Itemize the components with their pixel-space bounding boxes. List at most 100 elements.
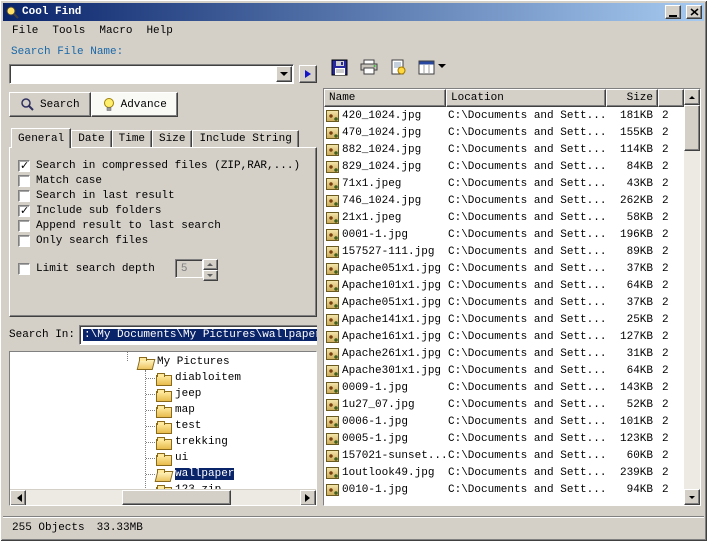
tab[interactable]: Time [112,130,152,147]
scroll-down-button[interactable] [684,489,700,505]
file-size: 31KB [606,348,658,360]
result-row[interactable]: 0005-1.jpg C:\Documents and Sett... 123K… [324,430,684,447]
tab[interactable]: Date [71,130,111,147]
scroll-left-button[interactable] [10,490,26,506]
tree-item[interactable]: My Pictures [10,354,316,370]
close-button[interactable] [686,5,702,19]
spin-down-button[interactable] [203,270,218,281]
depth-value[interactable]: 5 [175,259,203,278]
file-name: 1u27_07.jpg [342,399,415,411]
search-name-combo[interactable] [9,64,294,84]
result-row[interactable]: 420_1024.jpg C:\Documents and Sett... 18… [324,107,684,124]
result-row[interactable]: Apache051x1.jpg C:\Documents and Sett...… [324,260,684,277]
tab[interactable]: Size [152,130,192,147]
column-header-location[interactable]: Location [446,89,606,107]
checkbox[interactable] [18,235,30,247]
column-header-extra[interactable] [658,89,684,107]
tree-item[interactable]: wallpaper [10,466,316,482]
image-file-icon [326,365,339,377]
tree-item[interactable]: map [10,402,316,418]
result-row[interactable]: Apache051x1.jpg C:\Documents and Sett...… [324,294,684,311]
scrollbar-track[interactable] [684,105,700,489]
result-row[interactable]: 21x1.jpeg C:\Documents and Sett... 58KB … [324,209,684,226]
checkbox-option[interactable]: Include sub folders [18,203,308,218]
spin-up-button[interactable] [203,259,218,270]
print-button[interactable] [360,59,378,75]
menu-item[interactable]: Tools [45,23,92,39]
search-in-input[interactable]: :\My Documents\My Pictures\wallpaper [81,327,317,343]
checkbox[interactable] [18,220,30,232]
result-row[interactable]: 882_1024.jpg C:\Documents and Sett... 11… [324,141,684,158]
checkbox[interactable] [18,160,30,172]
scrollbar-thumb[interactable] [684,105,700,151]
result-row[interactable]: 746_1024.jpg C:\Documents and Sett... 26… [324,192,684,209]
menu-item[interactable]: File [5,23,45,39]
checkbox-option[interactable]: Match case [18,173,308,188]
scroll-up-button[interactable] [684,89,700,105]
file-name: 829_1024.jpg [342,161,421,173]
file-extra: 2 [658,416,684,428]
result-row[interactable]: 829_1024.jpg C:\Documents and Sett... 84… [324,158,684,175]
tree-horizontal-scrollbar[interactable] [10,489,316,505]
search-name-input[interactable] [11,66,276,82]
save-button[interactable] [331,59,348,76]
checkbox-option[interactable]: Only search files [18,233,308,248]
search-button[interactable]: Search [9,92,91,117]
result-row[interactable]: 0010-1.jpg C:\Documents and Sett... 94KB… [324,481,684,498]
tree-item-label: map [175,404,195,416]
image-file-icon [326,110,339,122]
limit-depth-label: Limit search depth [36,263,155,275]
checkbox[interactable] [18,205,30,217]
columns-button[interactable] [418,60,446,75]
menu-item[interactable]: Macro [92,23,139,39]
folder-icon [156,452,171,465]
menu-item[interactable]: Help [139,23,179,39]
limit-depth-checkbox[interactable] [18,263,30,275]
result-row[interactable]: Apache101x1.jpg C:\Documents and Sett...… [324,277,684,294]
checkbox[interactable] [18,175,30,187]
result-row[interactable]: 0001-1.jpg C:\Documents and Sett... 196K… [324,226,684,243]
tab[interactable]: General [11,128,71,148]
result-row[interactable]: 0009-1.jpg C:\Documents and Sett... 143K… [324,379,684,396]
tree-item[interactable]: diabloitem [10,370,316,386]
column-header-name[interactable]: Name [324,89,446,107]
checkbox[interactable] [18,190,30,202]
result-row[interactable]: Apache261x1.jpg C:\Documents and Sett...… [324,345,684,362]
file-location: C:\Documents and Sett... [446,365,606,377]
tree-item[interactable]: ui [10,450,316,466]
search-in-combo[interactable]: :\My Documents\My Pictures\wallpaper [79,325,317,345]
scrollbar-thumb[interactable] [122,490,232,505]
tree-item[interactable]: 123.zip [10,482,316,489]
checkbox-option[interactable]: Search in last result [18,188,308,203]
tree-item[interactable]: trekking [10,434,316,450]
result-row[interactable]: 1u27_07.jpg C:\Documents and Sett... 52K… [324,396,684,413]
chevron-down-icon [207,274,213,280]
result-row[interactable]: 157021-sunset... C:\Documents and Sett..… [324,447,684,464]
scroll-right-button[interactable] [300,490,316,506]
file-size: 25KB [606,314,658,326]
result-row[interactable]: 470_1024.jpg C:\Documents and Sett... 15… [324,124,684,141]
depth-spinner[interactable]: 5 [175,259,218,278]
result-row[interactable]: Apache161x1.jpg C:\Documents and Sett...… [324,328,684,345]
list-vertical-scrollbar[interactable] [684,89,700,505]
result-row[interactable]: 71x1.jpeg C:\Documents and Sett... 43KB … [324,175,684,192]
minimize-button[interactable] [665,5,681,19]
search-name-dropdown-button[interactable] [276,66,292,82]
limit-depth-option[interactable]: Limit search depth 5 [18,261,308,276]
advance-button[interactable]: Advance [91,92,178,117]
result-row[interactable]: 0006-1.jpg C:\Documents and Sett... 101K… [324,413,684,430]
result-row[interactable]: Apache141x1.jpg C:\Documents and Sett...… [324,311,684,328]
checkbox-option[interactable]: Search in compressed files (ZIP,RAR,...) [18,158,308,173]
result-row[interactable]: 1outlook49.jpg C:\Documents and Sett... … [324,464,684,481]
result-row[interactable]: 157527-111.jpg C:\Documents and Sett... … [324,243,684,260]
column-header-size[interactable]: Size [606,89,658,107]
combo-action-button[interactable] [299,65,317,83]
checkbox-option[interactable]: Append result to last search [18,218,308,233]
tree-item[interactable]: jeep [10,386,316,402]
tree-item[interactable]: test [10,418,316,434]
result-row[interactable]: Apache301x1.jpg C:\Documents and Sett...… [324,362,684,379]
scrollbar-track[interactable] [26,490,300,505]
title-bar[interactable]: Cool Find [3,3,704,21]
export-button[interactable] [390,59,406,75]
tab[interactable]: Include String [192,130,298,147]
